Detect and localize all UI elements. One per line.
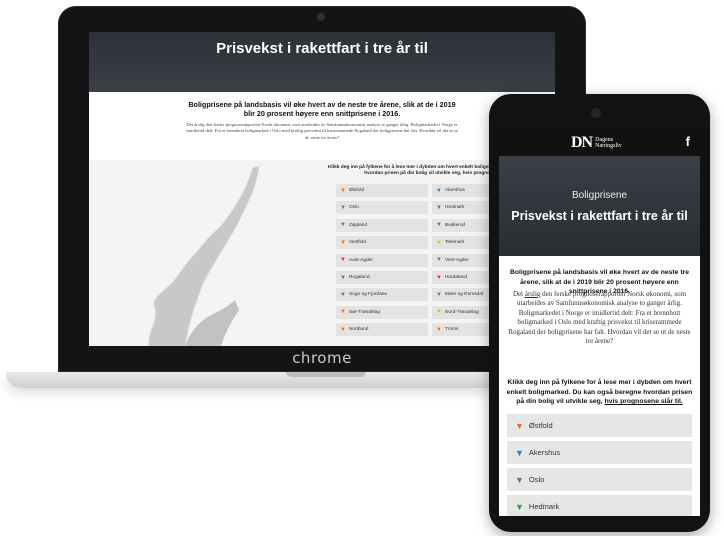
shield-icon: ▼ <box>436 222 442 229</box>
county-label: Akershus <box>444 188 465 193</box>
intro: Boligprisene på landsbasis vil øke hvert… <box>185 100 459 141</box>
shield-icon: ▼ <box>340 291 346 298</box>
facebook-icon[interactable]: f <box>686 134 690 149</box>
laptop-screen: Prisvekst i rakettfart i tre år til Boli… <box>89 32 555 346</box>
shield-icon: ▼ <box>340 239 346 246</box>
logo-mark: DN <box>571 134 593 151</box>
intro-text: Det årslig den ferske prognoserapporten … <box>507 290 692 346</box>
intro-text-post: den ferske prognoserapporten Norsk økono… <box>508 290 691 346</box>
county-label: Nord-Trøndelag <box>444 309 479 315</box>
shield-icon: ▼ <box>340 257 346 264</box>
county-label: Sogn og Fjordane <box>348 292 388 298</box>
dn-logo[interactable]: DN Dagens Næringsliv <box>571 134 635 152</box>
hero-banner: Prisvekst i rakettfart i tre år til <box>89 32 555 92</box>
county-button[interactable]: ▼ Oslo <box>336 201 428 215</box>
county-label: Østfold <box>348 188 365 193</box>
county-button[interactable]: ▼ Sogn og Fjordane <box>336 288 428 302</box>
shield-icon: ▼ <box>436 274 442 281</box>
prognosis-link[interactable]: hvis prognosene slår til. <box>605 398 683 405</box>
intro-text: Det årslig den ferske prognoserapporten … <box>186 122 458 140</box>
instructions-text: Klikk deg inn på fylkene for å lese mer … <box>503 378 696 407</box>
county-label: Akershus <box>528 448 561 457</box>
county-button[interactable]: ▼ Østfold <box>507 414 692 437</box>
shield-icon: ▼ <box>436 309 442 316</box>
county-button[interactable]: ▼ Hedmark <box>507 495 692 516</box>
county-label: Oppland <box>348 222 368 228</box>
shield-icon: ▼ <box>436 187 442 194</box>
county-button[interactable]: ▼ Vestfold <box>336 236 428 250</box>
top-bar: DN Dagens Næringsliv f <box>499 130 700 156</box>
shield-icon: ▼ <box>340 309 346 316</box>
shield-icon: ▼ <box>436 291 442 298</box>
shield-icon: ▼ <box>436 257 442 264</box>
intro-heading: Boligprisene på landsbasis vil øke hvert… <box>188 100 456 118</box>
county-button[interactable]: ▼ Oslo <box>507 468 692 491</box>
county-label: Vestfold <box>348 240 367 246</box>
county-button[interactable]: ▼ Nordland <box>336 323 428 337</box>
county-label: Oslo <box>348 205 359 211</box>
page-title: Prisvekst i rakettfart i tre år til <box>216 40 428 57</box>
kicker: Boligprisene <box>571 190 628 201</box>
county-list: ▼ Østfold ▼ Akershus ▼ Oslo ▼ Hedmark <box>507 414 692 516</box>
intro-text-pre: Det <box>512 290 524 298</box>
shield-icon: ▼ <box>436 204 442 211</box>
county-button[interactable]: ▼ Aust-Agder <box>336 253 428 267</box>
county-label: Vest-Agder <box>444 257 469 263</box>
county-label: Aust-Agder <box>348 257 373 263</box>
shield-icon: ▼ <box>340 187 346 194</box>
shield-icon: ▼ <box>340 222 346 229</box>
county-label: Nordland <box>348 327 369 333</box>
county-label: Sør-Trøndelag <box>348 309 380 315</box>
shield-icon: ▼ <box>340 204 346 211</box>
phone: DN Dagens Næringsliv f Boligprisene Pris… <box>489 94 710 532</box>
norway-map[interactable] <box>89 160 329 346</box>
hero-banner: Boligprisene Prisvekst i rakettfart i tr… <box>499 156 700 256</box>
logo-text: Dagens Næringsliv <box>595 137 622 149</box>
shield-icon: ▼ <box>515 474 524 485</box>
county-label: Hordaland <box>444 275 468 280</box>
camera-icon <box>591 108 601 118</box>
county-label: Telemark <box>444 240 465 246</box>
county-label: Hedmark <box>528 502 560 511</box>
laptop-notch <box>286 372 366 377</box>
shield-icon: ▼ <box>436 326 442 333</box>
shield-icon: ▼ <box>515 501 524 512</box>
county-button[interactable]: ▼ Rogaland <box>336 271 428 284</box>
shield-icon: ▼ <box>340 274 346 281</box>
shield-icon: ▼ <box>340 326 346 333</box>
county-label: Møre og Romsdal <box>444 292 484 298</box>
county-button[interactable]: ▼ Østfold <box>336 184 428 197</box>
shield-icon: ▼ <box>515 420 524 431</box>
shield-icon: ▼ <box>515 447 524 458</box>
county-button[interactable]: ▼ Sør-Trøndelag <box>336 305 428 319</box>
shield-icon: ▼ <box>436 239 442 246</box>
camera-icon <box>317 13 325 21</box>
county-button[interactable]: ▼ Oppland <box>336 218 428 232</box>
county-label: Østfold <box>528 421 553 430</box>
phone-screen: DN Dagens Næringsliv f Boligprisene Pris… <box>499 130 700 516</box>
county-label: Oslo <box>528 475 545 484</box>
county-label: Hedmark <box>444 205 465 211</box>
county-label: Troms <box>444 327 459 333</box>
county-label: Rogaland <box>348 275 370 280</box>
county-label: Buskerud <box>444 222 466 228</box>
county-button[interactable]: ▼ Akershus <box>507 441 692 464</box>
intro-link[interactable]: årslig <box>525 290 541 298</box>
page-title: Prisvekst i rakettfart i tre år til <box>511 209 688 223</box>
